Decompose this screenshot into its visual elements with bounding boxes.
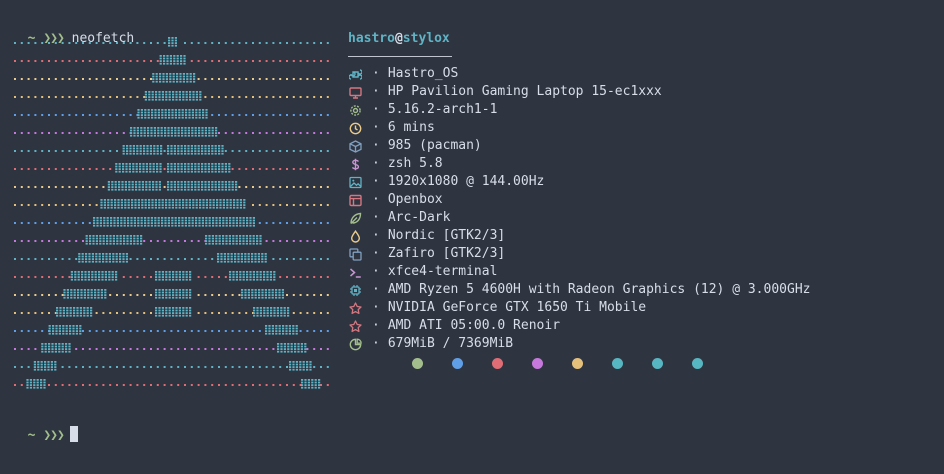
star-icon: [348, 319, 362, 333]
palette-color-dot: [412, 358, 423, 369]
copy-icon: [348, 247, 362, 261]
info-rows: · Hastro_OS · HP Pavilion Gaming Laptop 15-…: [348, 65, 938, 353]
info-value: NVIDIA GeForce GTX 1650 Ti Mobile: [387, 300, 647, 315]
system-info-panel: hastro@stylox · Hastro_OS · HP Pavilion Gam…: [348, 30, 938, 370]
row-separator: ·: [372, 318, 380, 333]
info-row: · 5.16.2-arch1-1: [348, 101, 938, 119]
info-row: · Hastro_OS: [348, 65, 938, 83]
row-separator: ·: [372, 246, 380, 261]
monitor-icon: [348, 85, 362, 99]
prompt-tilde: ~: [27, 428, 36, 443]
info-value: AMD ATI 05:00.0 Renoir: [387, 318, 561, 333]
clock-icon: [348, 121, 362, 135]
palette-color-dot: [652, 358, 663, 369]
info-value: xfce4-terminal: [387, 264, 498, 279]
info-row: · Nordic [GTK2/3]: [348, 227, 938, 245]
palette-color-dot: [492, 358, 503, 369]
row-separator: ·: [372, 300, 380, 315]
at-sign: @: [394, 31, 403, 46]
info-row: · AMD ATI 05:00.0 Renoir: [348, 317, 938, 335]
text-cursor[interactable]: [69, 426, 78, 442]
row-separator: ·: [372, 336, 380, 351]
pie-icon: [348, 337, 362, 351]
row-separator: ·: [372, 66, 380, 81]
user-host-title: hastro@stylox: [348, 30, 938, 48]
row-separator: ·: [372, 174, 380, 189]
image-icon: [348, 175, 362, 189]
prompt-line-active[interactable]: ~ ❯❯❯: [12, 408, 78, 443]
info-row: · 985 (pacman): [348, 137, 938, 155]
info-value: HP Pavilion Gaming Laptop 15-ec1xxx: [387, 84, 662, 99]
info-value: Openbox: [387, 192, 443, 207]
star-icon: [348, 301, 362, 315]
info-row: · 1920x1080 @ 144.00Hz: [348, 173, 938, 191]
row-separator: ·: [372, 264, 380, 279]
title-underline: [348, 56, 452, 57]
row-separator: ·: [372, 282, 380, 297]
info-value: zsh 5.8: [387, 156, 443, 171]
droplet-icon: [348, 229, 362, 243]
info-row: · xfce4-terminal: [348, 263, 938, 281]
terminal-icon: [348, 265, 362, 279]
row-separator: ·: [372, 84, 380, 99]
row-separator: ·: [372, 138, 380, 153]
info-value: 985 (pacman): [387, 138, 482, 153]
prompt-line: ~ ❯❯❯ neofetch: [12, 12, 135, 46]
palette-color-dot: [452, 358, 463, 369]
cpu-icon: [348, 283, 362, 297]
info-value: 1920x1080 @ 144.00Hz: [387, 174, 545, 189]
color-palette: [348, 356, 938, 370]
info-row: · NVIDIA GeForce GTX 1650 Ti Mobile: [348, 299, 938, 317]
username: hastro: [348, 31, 395, 46]
info-row: · Openbox: [348, 191, 938, 209]
window-icon: [348, 193, 362, 207]
info-value: 679MiB / 7369MiB: [387, 336, 514, 351]
palette-color-dot: [692, 358, 703, 369]
row-separator: ·: [372, 102, 380, 117]
info-value: Arc-Dark: [387, 210, 451, 225]
package-icon: [348, 139, 362, 153]
row-separator: ·: [372, 210, 380, 225]
palette-color-dot: [532, 358, 543, 369]
hostname: stylox: [402, 31, 450, 46]
info-row: · 679MiB / 7369MiB: [348, 335, 938, 353]
info-value: 6 mins: [387, 120, 435, 135]
row-separator: ·: [372, 228, 380, 243]
palette-color-dot: [612, 358, 623, 369]
distro-ascii-logo: [14, 37, 329, 389]
info-value: Zafiro [GTK2/3]: [387, 246, 506, 261]
info-value: 5.16.2-arch1-1: [387, 102, 498, 117]
info-value: AMD Ryzen 5 4600H with Radeon Graphics (…: [387, 282, 811, 297]
leaf-icon: [348, 211, 362, 225]
info-row: · Arc-Dark: [348, 209, 938, 227]
info-row: · AMD Ryzen 5 4600H with Radeon Graphics …: [348, 281, 938, 299]
info-row: · HP Pavilion Gaming Laptop 15-ec1xxx: [348, 83, 938, 101]
gear-icon: [348, 103, 362, 117]
dollar-icon: [348, 157, 362, 171]
row-separator: ·: [372, 120, 380, 135]
command-icon: [348, 67, 362, 81]
info-row: · Zafiro [GTK2/3]: [348, 245, 938, 263]
info-row: · zsh 5.8: [348, 155, 938, 173]
info-value: Hastro_OS: [387, 66, 459, 81]
info-row: · 6 mins: [348, 119, 938, 137]
prompt-arrows: ❯❯❯: [43, 428, 65, 443]
row-separator: ·: [372, 192, 380, 207]
row-separator: ·: [372, 156, 380, 171]
info-value: Nordic [GTK2/3]: [387, 228, 506, 243]
palette-color-dot: [572, 358, 583, 369]
